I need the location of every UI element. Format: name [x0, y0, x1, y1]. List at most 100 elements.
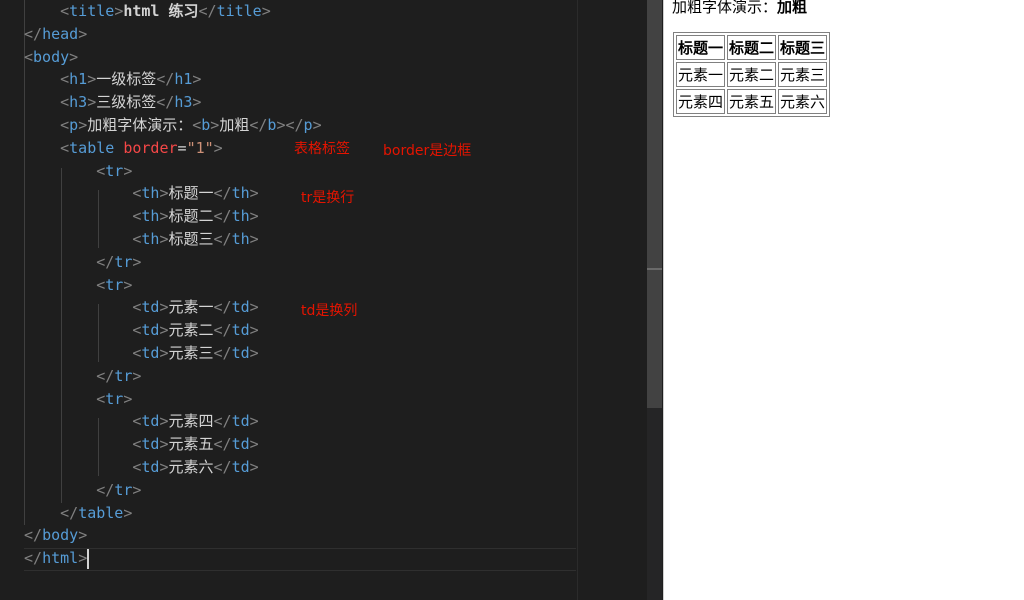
- code-token: <: [60, 116, 70, 134]
- table-cell: 元素四: [676, 89, 726, 114]
- code-token: >: [78, 116, 88, 134]
- code-token: </: [60, 503, 79, 522]
- code-token: >: [249, 230, 259, 248]
- code-token: td: [141, 412, 160, 431]
- code-token: </: [213, 230, 232, 248]
- code-token: 一级标签: [96, 70, 157, 89]
- code-token: 元素六: [168, 458, 214, 476]
- scrollbar-thumb[interactable]: [647, 0, 662, 408]
- table-cell: 元素一: [676, 62, 726, 87]
- preview-paragraph-text: 加粗字体演示：: [672, 0, 778, 16]
- code-token: th: [141, 207, 160, 226]
- code-token: td: [141, 458, 160, 476]
- code-line[interactable]: <table border="1">: [24, 137, 223, 160]
- code-line[interactable]: <td>元素六</td>: [24, 456, 259, 479]
- code-token: table: [78, 503, 124, 522]
- code-token: </: [213, 321, 232, 340]
- code-token: </: [96, 480, 115, 499]
- code-token: h3: [69, 93, 88, 112]
- code-token: >: [192, 70, 202, 89]
- code-line[interactable]: </tr>: [24, 479, 141, 502]
- preview-bold-text: 加粗: [777, 0, 808, 16]
- code-line[interactable]: <tr>: [24, 388, 132, 411]
- code-token: </: [213, 207, 232, 226]
- code-line[interactable]: <th>标题二</th>: [24, 205, 258, 228]
- code-token: td: [141, 344, 160, 362]
- code-token: >: [114, 2, 124, 20]
- code-token: td: [141, 321, 160, 340]
- code-line[interactable]: <h1>一级标签</h1>: [24, 68, 201, 91]
- code-line[interactable]: </body>: [24, 524, 87, 547]
- code-line[interactable]: </head>: [24, 23, 87, 46]
- code-token: p: [69, 116, 79, 134]
- table-header-cell: 标题三: [778, 35, 828, 60]
- code-token: <: [60, 70, 70, 89]
- code-token: td: [231, 412, 250, 431]
- code-token: 三级标签: [96, 93, 157, 112]
- code-line[interactable]: <tr>: [24, 274, 132, 297]
- code-line[interactable]: <th>标题三</th>: [24, 228, 259, 251]
- code-token: >: [159, 458, 169, 476]
- code-token: border: [123, 138, 178, 157]
- code-line[interactable]: <tr>: [24, 160, 132, 183]
- code-token: h1: [69, 70, 88, 89]
- code-line[interactable]: <p>加粗字体演示：<b>加粗</b></p>: [24, 114, 321, 137]
- table-cell: 元素六: [778, 89, 828, 114]
- code-token: <: [96, 389, 106, 408]
- code-line[interactable]: <td>元素三</td>: [24, 342, 258, 365]
- code-token: </: [156, 70, 175, 89]
- code-line[interactable]: <td>元素二</td>: [24, 319, 258, 342]
- code-token: >: [123, 161, 133, 180]
- code-line[interactable]: </tr>: [24, 251, 141, 274]
- text-caret: [87, 548, 90, 569]
- code-token: h1: [174, 70, 193, 89]
- code-line[interactable]: <h3>三级标签</h3>: [24, 91, 201, 114]
- code-token: >: [159, 230, 169, 248]
- code-token: 加粗字体演示：: [87, 116, 193, 134]
- code-line[interactable]: <title>html 练习</title>: [24, 0, 271, 23]
- code-token: </: [213, 184, 232, 203]
- code-token: 元素一: [168, 298, 214, 317]
- code-token: h3: [174, 93, 193, 112]
- code-token: >: [159, 298, 169, 317]
- code-token: >: [132, 480, 142, 499]
- minimap[interactable]: [577, 0, 648, 600]
- code-token: </: [213, 435, 232, 454]
- code-editor[interactable]: <title>html 练习</title> </head> <body> <h1>…: [0, 0, 577, 600]
- code-token: >: [159, 412, 169, 431]
- code-token: >: [123, 503, 133, 522]
- code-token: >: [78, 24, 88, 43]
- code-token: th: [231, 230, 250, 248]
- code-token: </: [24, 526, 43, 545]
- table-header-cell: 标题一: [676, 35, 726, 60]
- code-token: >: [249, 298, 259, 317]
- code-token: td: [231, 298, 250, 317]
- code-token: td: [231, 321, 250, 340]
- code-token: >: [249, 458, 259, 476]
- code-line[interactable]: <td>元素一</td>: [24, 296, 259, 319]
- code-token: >: [87, 93, 97, 112]
- code-line[interactable]: </html>: [24, 547, 90, 570]
- code-token: >: [159, 344, 169, 362]
- code-token: >: [249, 435, 259, 454]
- code-line[interactable]: <td>元素五</td>: [24, 433, 259, 456]
- code-line[interactable]: </tr>: [24, 365, 141, 388]
- code-line[interactable]: <th>标题一</th>: [24, 182, 258, 205]
- code-token: >: [69, 47, 79, 66]
- scrollbar-position-marker: [647, 268, 662, 270]
- code-line[interactable]: </table>: [24, 502, 132, 525]
- code-token: >: [87, 70, 97, 89]
- table-cell: 元素五: [727, 89, 777, 114]
- code-token: title: [216, 2, 262, 20]
- code-token: th: [141, 184, 160, 203]
- code-token: >: [192, 93, 202, 112]
- code-line[interactable]: <td>元素四</td>: [24, 410, 258, 433]
- code-line[interactable]: <body>: [24, 46, 78, 69]
- code-token: td: [231, 344, 250, 362]
